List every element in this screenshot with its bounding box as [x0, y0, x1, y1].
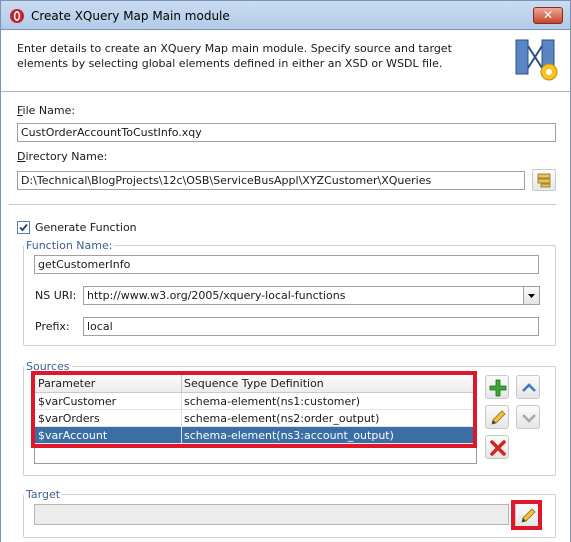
close-button[interactable]: ✕ [533, 7, 563, 24]
prefix-field[interactable]: local [83, 317, 539, 336]
ns-uri-dropdown-button[interactable] [523, 287, 539, 304]
ns-uri-label: NS URI: [35, 289, 77, 302]
prefix-label: Prefix: [35, 320, 70, 333]
separator [9, 204, 556, 205]
title-bar: Create XQuery Map Main module ✕ [0, 0, 571, 30]
wizard-body: File Name: CustOrderAccountToCustInfo.xq… [0, 92, 571, 542]
window-title: Create XQuery Map Main module [31, 9, 230, 23]
ns-uri-value: http://www.w3.org/2005/xquery-local-func… [87, 289, 346, 302]
target-group-title: Target [24, 488, 63, 501]
xquery-map-wizard-icon [515, 39, 558, 81]
target-field[interactable] [34, 504, 509, 525]
checkmark-icon [19, 223, 28, 232]
browse-directory-button[interactable] [532, 169, 556, 191]
move-up-button[interactable] [516, 375, 540, 399]
highlight-box-sources [31, 371, 477, 448]
generate-function-label: Generate Function [35, 221, 137, 234]
dropdown-arrow-icon [528, 294, 535, 298]
wizard-header: Enter details to create an XQuery Map ma… [0, 30, 571, 92]
directory-name-field[interactable]: D:\Technical\BlogProjects\12c\OSB\Servic… [17, 171, 525, 190]
directory-name-label: Directory Name: [17, 150, 108, 163]
move-down-icon [522, 414, 536, 423]
header-description: Enter details to create an XQuery Map ma… [17, 42, 452, 70]
function-group-title: Function Name: [24, 239, 115, 252]
close-icon: ✕ [542, 8, 554, 22]
app-logo-icon [10, 9, 24, 23]
delete-source-button[interactable] [485, 435, 509, 459]
add-icon [489, 379, 507, 397]
highlight-box-target [511, 500, 542, 530]
add-source-button[interactable] [485, 375, 509, 399]
delete-icon [490, 440, 506, 456]
generate-function-checkbox[interactable] [17, 221, 30, 234]
move-down-button[interactable] [516, 405, 540, 429]
ns-uri-select[interactable]: http://www.w3.org/2005/xquery-local-func… [83, 286, 540, 305]
move-up-icon [522, 383, 536, 392]
edit-pencil-icon [491, 410, 506, 425]
file-name-field[interactable]: CustOrderAccountToCustInfo.xqy [17, 123, 556, 142]
edit-source-button[interactable] [485, 405, 509, 429]
browse-folder-icon [537, 173, 551, 188]
function-name-field[interactable]: getCustomerInfo [34, 255, 539, 274]
file-name-label: File Name: [17, 104, 76, 117]
